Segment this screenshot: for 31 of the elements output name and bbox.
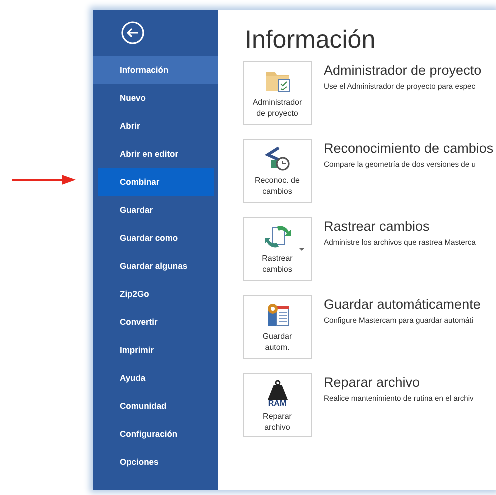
- sync-documents-icon: [264, 224, 290, 250]
- sidebar-item[interactable]: Información: [93, 56, 218, 84]
- sidebar-item[interactable]: Opciones: [93, 448, 218, 476]
- back-icon[interactable]: [121, 21, 145, 45]
- compare-icon: [264, 146, 290, 172]
- sidebar-item[interactable]: Configuración: [93, 420, 218, 448]
- card-button[interactable]: Administrador de proyecto: [243, 61, 312, 125]
- section-title: Guardar automáticamente: [324, 297, 481, 312]
- sidebar-item[interactable]: Abrir: [93, 112, 218, 140]
- dropdown-caret-icon[interactable]: [299, 248, 305, 251]
- section-title: Administrador de proyecto: [324, 63, 482, 78]
- sidebar-item[interactable]: Guardar: [93, 196, 218, 224]
- sidebar-item[interactable]: Abrir en editor: [93, 140, 218, 168]
- sidebar-item[interactable]: Combinar: [98, 168, 214, 196]
- pointer-arrow: [12, 174, 76, 186]
- sidebar-item[interactable]: Comunidad: [93, 392, 218, 420]
- page-title: Información: [244, 25, 377, 55]
- card-button[interactable]: Rastrear cambios: [243, 217, 312, 281]
- sidebar-item[interactable]: Guardar algunas: [93, 252, 218, 280]
- sidebar-item[interactable]: Zip2Go: [93, 280, 218, 308]
- section-title: Reparar archivo: [324, 375, 422, 390]
- sidebar-item[interactable]: Imprimir: [93, 336, 218, 364]
- section-title: Reconocimiento de cambios: [324, 141, 494, 156]
- sidebar-item[interactable]: Ayuda: [93, 364, 218, 392]
- card-button[interactable]: RAM Reparar archivo: [243, 373, 312, 437]
- sidebar-item[interactable]: Nuevo: [93, 84, 218, 112]
- section-title: Rastrear cambios: [324, 219, 431, 234]
- card-button[interactable]: Guardar autom.: [243, 295, 312, 359]
- sidebar-item[interactable]: Convertir: [93, 308, 218, 336]
- sidebar-item[interactable]: Guardar como: [93, 224, 218, 252]
- card-button[interactable]: Reconoc. de cambios: [243, 139, 312, 203]
